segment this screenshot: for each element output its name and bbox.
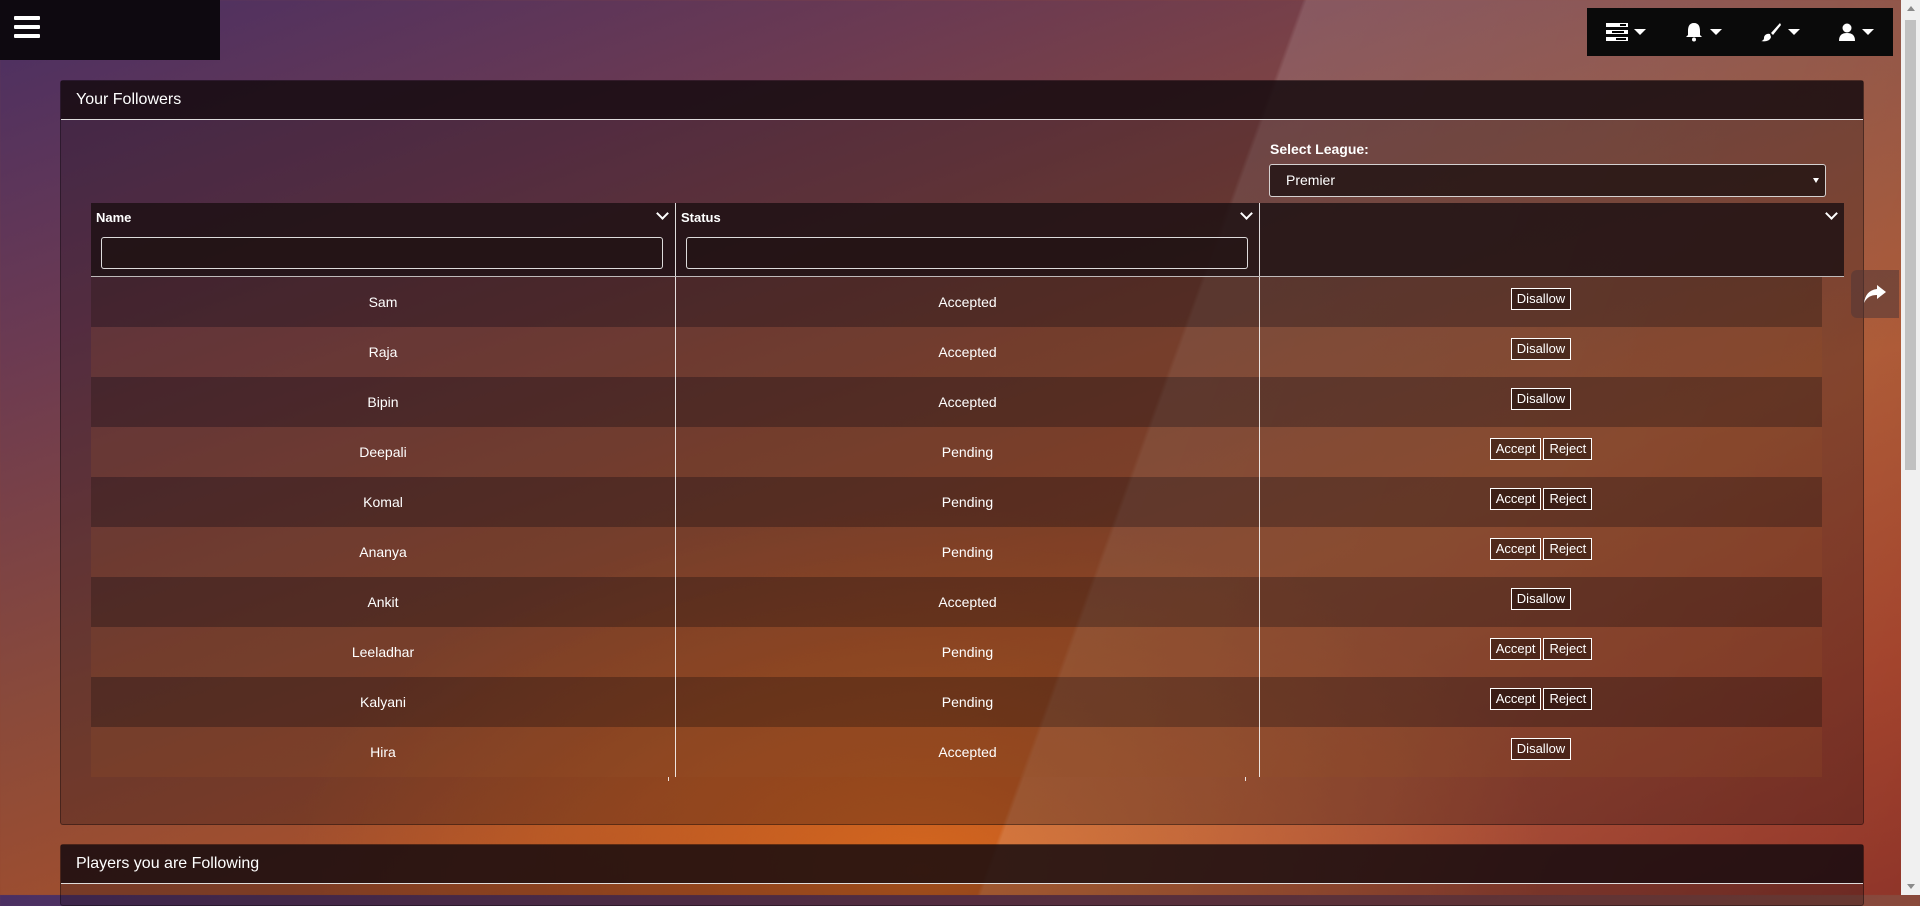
reject-button[interactable]: Reject [1543, 438, 1593, 460]
accept-button[interactable]: Accept [1489, 638, 1542, 660]
scrollbar-thumb[interactable] [1905, 20, 1916, 470]
league-select-value: Premier [1286, 172, 1336, 188]
column-header-status: Status [675, 203, 1259, 276]
column-title: Name [96, 210, 132, 225]
user-icon [1839, 23, 1855, 41]
name-filter-input[interactable] [101, 237, 663, 269]
name-cell: Sam [368, 294, 398, 310]
table-row: Komal Pending Accept Reject [91, 477, 1822, 527]
actions-cell: Accept Reject [1259, 627, 1822, 677]
grid-body: Sam Accepted Disallow Raja Accepted Disallow B… [91, 277, 1822, 777]
theme-dropdown[interactable] [1754, 22, 1806, 42]
column-menu-chevron-icon[interactable] [1825, 207, 1838, 220]
name-cell: Deepali [359, 444, 407, 460]
status-cell: Accepted [675, 577, 1259, 627]
panel-title: Your Followers [61, 81, 1863, 120]
actions-cell: Disallow [1259, 327, 1822, 377]
followers-panel: Your Followers Select League: Premier Na… [60, 80, 1864, 825]
share-button[interactable] [1851, 270, 1899, 318]
page-scrollbar[interactable] [1901, 0, 1920, 895]
actions-cell: Accept Reject [1259, 677, 1822, 727]
column-title: Status [681, 210, 721, 225]
followers-grid: Name Status Sam Accepted Disallow Raja Accep… [91, 203, 1844, 781]
scroll-up-arrow-icon[interactable] [1907, 6, 1915, 11]
reject-button[interactable]: Reject [1543, 688, 1593, 710]
name-cell: Komal [363, 494, 403, 510]
name-cell: Ananya [359, 544, 407, 560]
actions-cell: Accept Reject [1259, 527, 1822, 577]
name-cell: Kalyani [360, 694, 406, 710]
hamburger-menu-icon[interactable] [14, 16, 40, 38]
reject-button[interactable]: Reject [1543, 488, 1593, 510]
status-cell: Accepted [675, 327, 1259, 377]
disallow-button[interactable]: Disallow [1510, 588, 1572, 610]
table-row: Raja Accepted Disallow [91, 327, 1822, 377]
table-row: Hira Accepted Disallow [91, 727, 1822, 777]
disallow-button[interactable]: Disallow [1510, 388, 1572, 410]
following-panel: Players you are Following [60, 844, 1864, 906]
status-cell: Pending [675, 627, 1259, 677]
table-row: Sam Accepted Disallow [91, 277, 1822, 327]
status-cell: Pending [675, 527, 1259, 577]
accept-button[interactable]: Accept [1489, 438, 1542, 460]
user-dropdown[interactable] [1832, 22, 1880, 42]
top-toolbar [1587, 8, 1893, 56]
reject-button[interactable]: Reject [1543, 538, 1593, 560]
chevron-down-icon [1862, 29, 1874, 35]
disallow-button[interactable]: Disallow [1510, 338, 1572, 360]
share-icon [1864, 285, 1886, 303]
column-menu-chevron-icon[interactable] [1240, 207, 1253, 220]
menu-toggle-area [0, 0, 220, 60]
name-cell: Leeladhar [351, 644, 415, 660]
grid-header: Name Status [91, 203, 1844, 277]
column-header-name: Name [91, 203, 675, 276]
actions-cell: Disallow [1259, 277, 1822, 327]
actions-cell: Disallow [1259, 577, 1822, 627]
table-row: Deepali Pending Accept Reject [91, 427, 1822, 477]
accept-button[interactable]: Accept [1489, 688, 1542, 710]
status-filter-input[interactable] [686, 237, 1248, 269]
name-cell: Hira [370, 744, 396, 760]
dropdown-arrow-icon [1813, 178, 1819, 183]
tasks-dropdown[interactable] [1600, 23, 1652, 41]
disallow-button[interactable]: Disallow [1510, 738, 1572, 760]
scroll-down-arrow-icon[interactable] [1907, 884, 1915, 889]
paint-brush-icon [1761, 23, 1781, 42]
select-league-label: Select League: [1270, 141, 1369, 157]
status-cell: Pending [675, 477, 1259, 527]
panel-title: Players you are Following [61, 845, 1863, 884]
status-cell: Accepted [675, 727, 1259, 777]
table-row: Ananya Pending Accept Reject [91, 527, 1822, 577]
bell-icon [1686, 23, 1702, 42]
chevron-down-icon [1710, 29, 1722, 35]
notifications-dropdown[interactable] [1678, 22, 1728, 42]
name-cell: Ankit [367, 594, 399, 610]
status-cell: Pending [675, 427, 1259, 477]
name-cell: Bipin [367, 394, 399, 410]
disallow-button[interactable]: Disallow [1510, 288, 1572, 310]
table-row: Kalyani Pending Accept Reject [91, 677, 1822, 727]
actions-cell: Disallow [1259, 727, 1822, 777]
league-select[interactable]: Premier [1269, 164, 1826, 197]
name-cell: Raja [368, 344, 398, 360]
column-menu-chevron-icon[interactable] [656, 207, 669, 220]
tasks-icon [1606, 23, 1628, 41]
table-row: Bipin Accepted Disallow [91, 377, 1822, 427]
status-cell: Accepted [675, 277, 1259, 327]
reject-button[interactable]: Reject [1543, 638, 1593, 660]
chevron-down-icon [1634, 29, 1646, 35]
chevron-down-icon [1788, 29, 1800, 35]
status-cell: Pending [675, 677, 1259, 727]
table-row: Leeladhar Pending Accept Reject [91, 627, 1822, 677]
accept-button[interactable]: Accept [1489, 538, 1542, 560]
column-header-actions [1259, 203, 1844, 276]
accept-button[interactable]: Accept [1489, 488, 1542, 510]
actions-cell: Accept Reject [1259, 427, 1822, 477]
status-cell: Accepted [675, 377, 1259, 427]
actions-cell: Accept Reject [1259, 477, 1822, 527]
table-row: Ankit Accepted Disallow [91, 577, 1822, 627]
actions-cell: Disallow [1259, 377, 1822, 427]
grid-footer-lines [91, 777, 1822, 781]
